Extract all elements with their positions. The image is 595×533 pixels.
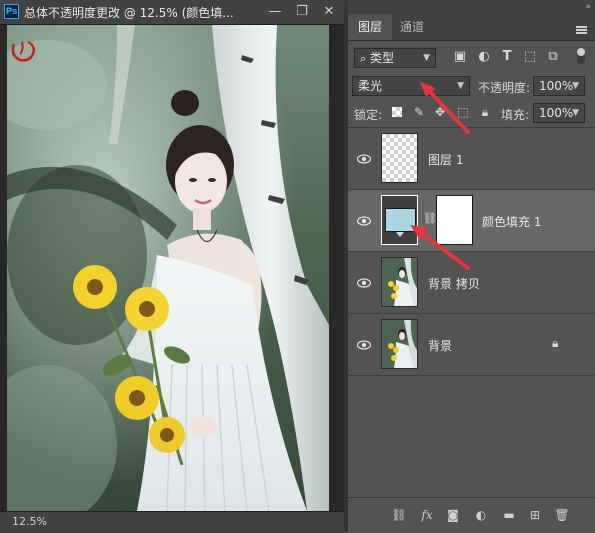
lock-image-pixels-icon[interactable]: ✎: [412, 105, 426, 119]
layer-name[interactable]: 图层 1: [428, 151, 463, 168]
mask-icon[interactable]: ◙: [444, 507, 462, 523]
layer-name[interactable]: 背景: [428, 337, 452, 354]
layer-row-active[interactable]: ⛓ 颜色填充 1: [348, 190, 595, 252]
search-icon: ⌕: [360, 52, 367, 65]
eye-icon[interactable]: [357, 214, 371, 228]
fill-label: 填充:: [501, 108, 530, 122]
photoshop-logo-icon: Ps: [4, 4, 19, 19]
layer-filter-dropdown[interactable]: ⌕ 类型 ▼: [354, 48, 436, 68]
blend-mode-value: 柔光: [358, 79, 383, 93]
lock-label: 锁定:: [354, 108, 383, 122]
layer-thumbnail-photo[interactable]: [381, 257, 418, 307]
lock-transparent-pixels-icon[interactable]: [392, 107, 402, 117]
restore-button[interactable]: ❐: [289, 1, 315, 23]
collapse-panel-icon[interactable]: »: [585, 0, 591, 14]
mask-link-icon[interactable]: ⛓: [423, 212, 437, 225]
filter-toggle-knob: [577, 48, 585, 56]
filter-kind-label: 类型: [370, 51, 395, 65]
layers-panel-toolbar: ⛓ fx ◙ ◐ ▬ ⊞ 🗑︎: [348, 497, 595, 533]
layers-panel: » 图层 通道 ⌕ 类型 ▼ ▣ ◐ T ⬚ ⧉ 柔光 ▼ 不透明度: 100%…: [348, 0, 595, 533]
status-bar: 12.5%: [0, 511, 344, 533]
opacity-label: 不透明度:: [478, 81, 531, 95]
document-title: 总体不透明度更改 @ 12.5% (颜色填...: [24, 6, 234, 20]
adjustment-icon[interactable]: ◐: [472, 507, 490, 523]
opacity-value: 100%: [539, 79, 574, 93]
document-window: Ps 总体不透明度更改 @ 12.5% (颜色填... — ❐ ✕ 12.5%: [0, 0, 344, 533]
tab-channels[interactable]: 通道: [390, 14, 434, 40]
chevron-down-icon: ▼: [572, 108, 579, 118]
layer-thumbnail-transparent[interactable]: [381, 133, 418, 183]
caret-down-icon: [396, 232, 404, 237]
lock-position-icon[interactable]: ✥: [433, 105, 447, 119]
link-icon[interactable]: ⛓: [390, 507, 408, 523]
lock-artboard-icon[interactable]: ⬚: [456, 105, 470, 119]
opacity-field[interactable]: 100% ▼: [533, 76, 585, 96]
document-title-bar[interactable]: Ps 总体不透明度更改 @ 12.5% (颜色填... — ❐ ✕: [0, 0, 344, 25]
adjustment-layer-filter-icon[interactable]: ◐: [476, 49, 492, 65]
blend-mode-dropdown[interactable]: 柔光 ▼: [352, 76, 470, 96]
fx-icon[interactable]: fx: [418, 507, 436, 523]
minimize-button[interactable]: —: [262, 1, 288, 23]
layer-row[interactable]: 背景 🔒︎: [348, 314, 595, 376]
layer-row[interactable]: 背景 拷贝: [348, 252, 595, 314]
group-folder-icon[interactable]: ▬: [500, 507, 518, 523]
chevron-down-icon: ▼: [423, 53, 430, 63]
type-layer-filter-icon[interactable]: T: [499, 49, 515, 65]
panel-tab-bar: » 图层 通道: [348, 0, 595, 41]
woman-with-sunflowers-image: [7, 25, 329, 511]
eye-icon[interactable]: [357, 338, 371, 352]
layer-row[interactable]: 图层 1: [348, 128, 595, 190]
lock-all-icon[interactable]: 🔒︎: [478, 105, 492, 119]
zoom-readout[interactable]: 12.5%: [12, 515, 47, 528]
eye-icon[interactable]: [357, 152, 371, 166]
eye-icon[interactable]: [357, 276, 371, 290]
color-fill-thumbnail[interactable]: [381, 195, 418, 245]
pixel-layer-filter-icon[interactable]: ▣: [452, 49, 468, 65]
trash-icon[interactable]: 🗑︎: [553, 507, 571, 523]
layer-name[interactable]: 背景 拷贝: [428, 275, 480, 292]
photo-thumbnail-image: [382, 320, 417, 368]
layer-mask-thumbnail[interactable]: [436, 195, 473, 245]
fill-field[interactable]: 100% ▼: [533, 103, 585, 123]
panel-menu-icon[interactable]: [576, 26, 587, 34]
close-button[interactable]: ✕: [316, 1, 342, 23]
chevron-down-icon: ▼: [572, 81, 579, 91]
fill-value: 100%: [539, 106, 574, 120]
filter-toggle[interactable]: [577, 48, 585, 64]
fill-color-swatch: [385, 208, 416, 232]
photo-thumbnail-image: [382, 258, 417, 306]
layer-thumbnail-photo[interactable]: [381, 319, 418, 369]
smart-object-filter-icon[interactable]: ⧉: [545, 49, 561, 65]
layer-name[interactable]: 颜色填充 1: [482, 213, 541, 230]
chevron-down-icon: ▼: [457, 81, 464, 91]
shape-layer-filter-icon[interactable]: ⬚: [522, 49, 538, 65]
new-layer-icon[interactable]: ⊞: [526, 507, 544, 523]
canvas-photo[interactable]: [7, 25, 329, 511]
lock-icon[interactable]: 🔒︎: [552, 336, 558, 351]
tab-layers[interactable]: 图层: [348, 14, 393, 40]
layers-list: 图层 1 ⛓ 颜色填充 1 背景 拷贝 背景 🔒︎: [348, 127, 595, 498]
